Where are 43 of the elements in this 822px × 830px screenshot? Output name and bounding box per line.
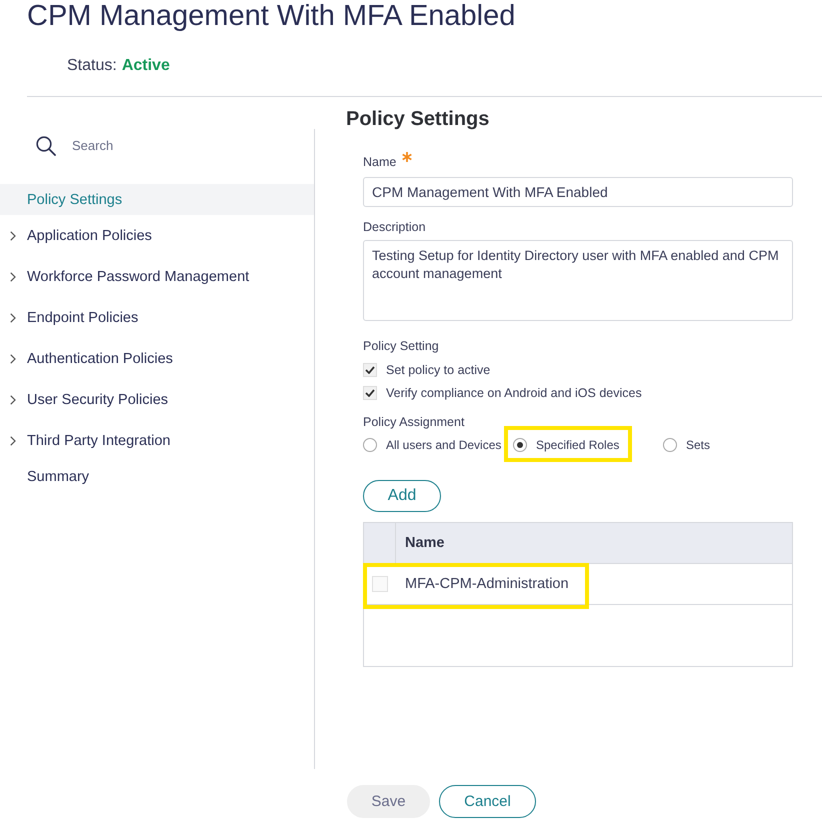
radio-button[interactable] [663, 438, 677, 452]
nav-item[interactable]: Third Party Integration [0, 420, 314, 461]
column-header: Name [404, 534, 444, 553]
field-label: Description [363, 219, 426, 235]
nav-item[interactable]: Workforce Password Management [0, 256, 314, 297]
chevron-icon [10, 230, 16, 240]
search-icon [36, 136, 56, 156]
field-label: Policy Setting [363, 338, 439, 354]
status-value: Active [122, 56, 170, 76]
chevron-icon [10, 354, 16, 364]
checkbox[interactable] [363, 362, 377, 376]
status-label: Status: [67, 56, 117, 76]
chevron-icon [10, 394, 16, 404]
checkmark-icon [365, 388, 375, 396]
field-label: Name [363, 154, 396, 170]
name-input[interactable]: CPM Management With MFA Enabled [363, 177, 793, 207]
chevron-icon [10, 436, 16, 446]
nav-item[interactable]: Application Policies [0, 215, 314, 256]
section-heading: Policy Settings [346, 107, 490, 131]
field-label: Policy Assignment [363, 414, 464, 430]
checkmark-icon [365, 366, 375, 374]
checkbox[interactable] [363, 386, 377, 400]
nav-item[interactable]: Endpoint Policies [0, 297, 314, 338]
radio-label: Sets [686, 438, 710, 452]
chevron-icon [10, 272, 16, 282]
nav-item[interactable]: User Security Policies [0, 379, 314, 420]
radio-label: All users and Devices [386, 438, 502, 452]
page-title: CPM Management With MFA Enabled [27, 0, 516, 32]
radio-button[interactable] [513, 438, 527, 452]
checkbox-label: Verify compliance on Android and iOS devices [386, 386, 642, 400]
radio-label: Specified Roles [536, 438, 620, 452]
add-button[interactable]: Add [363, 480, 441, 512]
row-checkbox[interactable] [372, 576, 388, 592]
nav-item[interactable]: Policy Settings [0, 184, 314, 215]
search-field[interactable]: Search [72, 138, 272, 153]
nav-item[interactable]: Authentication Policies [0, 338, 314, 379]
table-cell-text: MFA-CPM-Administration [404, 576, 569, 592]
description-textarea[interactable]: Testing Setup for Identity Directory user with MFA enabled and CPM account management [363, 240, 793, 321]
checkbox-label: Set policy to active [386, 362, 490, 376]
chevron-icon [10, 312, 16, 322]
cancel-button[interactable]: Cancel [439, 785, 536, 818]
nav-item[interactable]: Summary [0, 461, 314, 492]
radio-button[interactable] [363, 438, 377, 452]
